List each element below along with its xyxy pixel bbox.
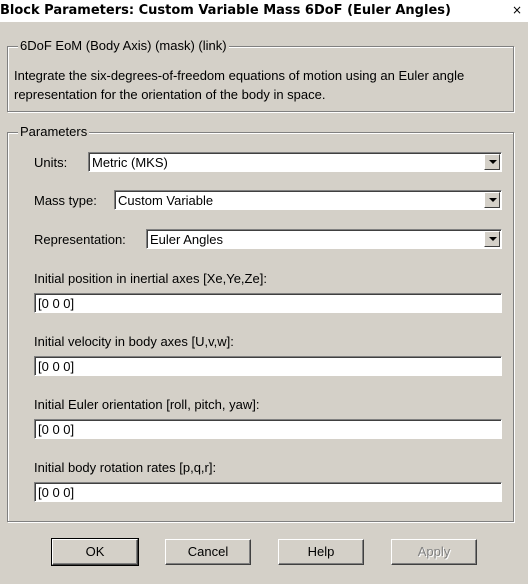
- mask-legend: 6DoF EoM (Body Axis) (mask) (link): [18, 38, 229, 53]
- initial-rates-label: Initial body rotation rates [p,q,r]:: [34, 460, 217, 475]
- initial-position-input[interactable]: [38, 296, 498, 311]
- mask-description: Integrate the six-degrees-of-freedom equ…: [14, 68, 465, 102]
- units-dropdown-button[interactable]: [484, 154, 500, 170]
- initial-velocity-input[interactable]: [38, 359, 498, 374]
- units-label: Units:: [34, 155, 68, 170]
- initial-rates-field[interactable]: [34, 482, 502, 502]
- close-icon[interactable]: ×: [510, 2, 524, 18]
- initial-velocity-field[interactable]: [34, 356, 502, 376]
- chevron-down-icon: [489, 237, 497, 241]
- initial-position-label: Initial position in inertial axes [Xe,Ye…: [34, 271, 267, 286]
- parameters-legend: Parameters: [18, 124, 90, 139]
- representation-dropdown[interactable]: Euler Angles: [146, 229, 502, 249]
- initial-position-field[interactable]: [34, 293, 502, 313]
- window-title: Block Parameters: Custom Variable Mass 6…: [0, 3, 451, 18]
- title-bar: Block Parameters: Custom Variable Mass 6…: [0, 0, 528, 22]
- initial-velocity-label: Initial velocity in body axes [U,v,w]:: [34, 334, 234, 349]
- parameters-group: Parameters Units: Metric (MKS) Mass type…: [7, 124, 514, 522]
- ok-button[interactable]: OK: [51, 538, 139, 566]
- cancel-button[interactable]: Cancel: [165, 539, 251, 565]
- chevron-down-icon: [489, 160, 497, 164]
- units-dropdown[interactable]: Metric (MKS): [88, 152, 502, 172]
- mask-description-group: 6DoF EoM (Body Axis) (mask) (link) Integ…: [7, 38, 514, 112]
- initial-euler-input[interactable]: [38, 422, 498, 437]
- help-button[interactable]: Help: [278, 539, 364, 565]
- representation-label: Representation:: [34, 232, 126, 247]
- mass-type-value: Custom Variable: [118, 193, 214, 208]
- chevron-down-icon: [489, 198, 497, 202]
- mass-type-dropdown[interactable]: Custom Variable: [114, 190, 502, 210]
- initial-euler-label: Initial Euler orientation [roll, pitch, …: [34, 397, 260, 412]
- mass-type-dropdown-button[interactable]: [484, 192, 500, 208]
- representation-value: Euler Angles: [150, 232, 223, 247]
- initial-euler-field[interactable]: [34, 419, 502, 439]
- units-value: Metric (MKS): [92, 155, 168, 170]
- initial-rates-input[interactable]: [38, 485, 498, 500]
- apply-button[interactable]: Apply: [391, 539, 477, 565]
- mass-type-label: Mass type:: [34, 193, 97, 208]
- representation-dropdown-button[interactable]: [484, 231, 500, 247]
